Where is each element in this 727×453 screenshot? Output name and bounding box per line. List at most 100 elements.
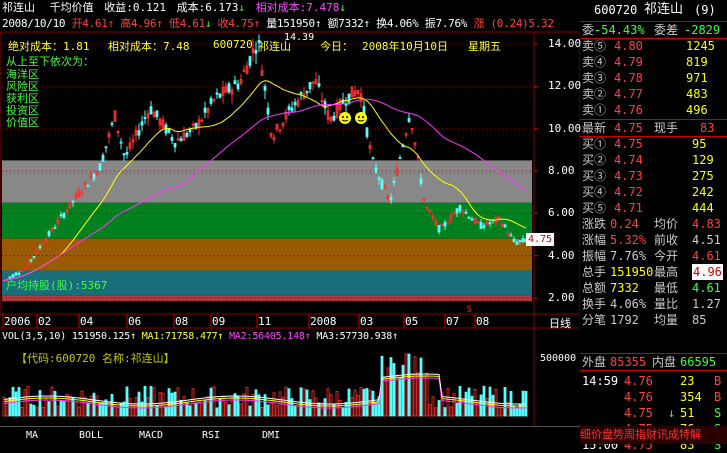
candle-body	[227, 83, 231, 93]
volume-bar	[272, 392, 276, 417]
cost-label: 成本:	[176, 1, 206, 14]
sell-level-label: 卖⑤	[582, 39, 607, 53]
volume-bar	[464, 391, 468, 417]
tick-side: B	[714, 390, 722, 404]
volume-bar	[395, 375, 399, 417]
volume-bar	[95, 395, 99, 417]
volume-bar	[407, 353, 411, 417]
volume-bar	[317, 402, 321, 417]
sell-price: 4.78	[614, 71, 643, 85]
volume-bar	[326, 388, 330, 417]
bottom-tabs[interactable]: 细价盘势周指财讯成特解	[580, 426, 727, 444]
buy-volume: 129	[692, 153, 714, 167]
zone-band-profit	[2, 238, 532, 271]
candle-body	[365, 127, 369, 137]
candle-body	[308, 82, 312, 90]
volume-bar	[209, 387, 213, 417]
tab-boll[interactable]: BOLL	[66, 428, 116, 444]
volume-bar	[314, 397, 318, 417]
volume-bar	[413, 356, 417, 417]
volume-bar	[488, 386, 492, 417]
outer-label: 外盘	[582, 355, 607, 369]
candle-body	[437, 224, 441, 233]
sell-volume: 483	[686, 87, 708, 101]
zone-value: 价值区	[6, 116, 39, 129]
volume-bar	[341, 407, 345, 417]
tab-rsi[interactable]: RSI	[186, 428, 236, 444]
date-tick: 09	[212, 315, 226, 328]
bottom-tabs-label[interactable]: 细价盘势周指财讯成特解	[580, 426, 701, 444]
stat-value: 4.61	[692, 249, 721, 263]
volume-bar	[497, 406, 501, 417]
candle-body	[71, 200, 75, 203]
zone-band-risk	[2, 202, 532, 239]
volume-bar	[296, 405, 300, 417]
candle-body	[110, 122, 114, 125]
stat-row: 总手 151950 最高 4.96	[580, 264, 727, 280]
stock-name: 祁连山	[2, 1, 35, 14]
volume-bar	[224, 402, 228, 417]
volume-bar	[128, 397, 132, 417]
tick-volume: 51	[680, 406, 695, 420]
buy-volume: 444	[692, 201, 714, 215]
candle-body	[92, 174, 96, 180]
candle-body	[98, 163, 102, 171]
volume-bar	[35, 407, 39, 417]
volume-bar	[38, 390, 42, 417]
volume-bar	[80, 390, 84, 417]
candle-body	[380, 179, 384, 190]
sell-level-label: 卖②	[582, 87, 607, 101]
bar-close: 收4.75	[217, 17, 254, 30]
buy-level-label: 买⑤	[582, 201, 607, 215]
candle-body	[53, 227, 57, 230]
volume-bar	[83, 396, 87, 417]
candle-body	[254, 49, 258, 54]
stat-label: 最高	[654, 265, 679, 279]
candle-body	[482, 224, 486, 228]
bar-amount: 额7332	[327, 17, 364, 30]
today-label: 今日：	[320, 40, 353, 53]
sell-price: 4.77	[614, 87, 643, 101]
tab-macd[interactable]: MACD	[126, 428, 176, 444]
volume-bar	[431, 396, 435, 417]
sell-level-label: 卖③	[582, 71, 607, 85]
volume-bar	[410, 373, 414, 417]
candle-body	[347, 93, 351, 104]
sell-level: 卖① 4.76 496	[580, 102, 727, 118]
volume-bar	[242, 393, 246, 417]
candle-body	[479, 222, 483, 229]
candle-body	[443, 222, 447, 227]
candle-body	[101, 154, 105, 162]
volume-bar	[401, 364, 405, 417]
stat-label: 量比	[654, 297, 679, 311]
candle-body	[398, 157, 402, 159]
bar-date: 2008/10/10	[2, 17, 66, 30]
candle-body	[266, 107, 270, 115]
buy-level: 买④ 4.72 242	[580, 184, 727, 200]
peak-price-label: 14.39	[284, 32, 315, 43]
bar-amount-arrow: ↑	[363, 17, 370, 30]
price-tick: 8.00	[548, 164, 575, 177]
volume-bar	[443, 407, 447, 417]
period-label[interactable]: 日线	[549, 315, 571, 331]
tab-ma[interactable]: MA	[7, 428, 57, 444]
candle-body	[374, 167, 378, 173]
volume-bar	[200, 403, 204, 417]
bar-high-arrow: ↑	[156, 17, 163, 30]
candle-body	[521, 238, 525, 242]
stat-row: 换手 4.06% 量比 1.27	[580, 296, 727, 312]
candle-body	[62, 213, 66, 218]
tab-dmi[interactable]: DMI	[246, 428, 296, 444]
tick-arrow: ↓	[668, 406, 676, 420]
candle-body	[290, 107, 294, 112]
candle-body	[29, 259, 33, 262]
volume-bar	[452, 392, 456, 417]
bar-low-arrow: ↓	[204, 17, 212, 30]
volume-bar	[11, 386, 15, 417]
volume-bar	[446, 388, 450, 417]
volume-bar	[374, 402, 378, 417]
volume-bar	[308, 399, 312, 417]
volume-bar	[269, 401, 273, 417]
bar-volume: 量151950	[266, 17, 315, 30]
volume-bar	[332, 404, 336, 417]
